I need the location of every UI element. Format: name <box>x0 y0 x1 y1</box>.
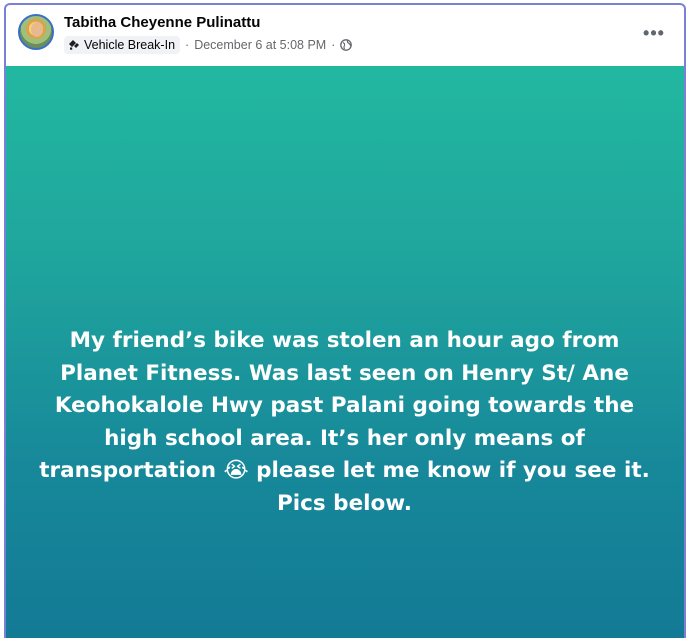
neighborhood-tag-icon <box>69 40 79 50</box>
category-tag-label: Vehicle Break-In <box>84 38 176 52</box>
globe-icon[interactable] <box>340 39 353 51</box>
author-avatar[interactable] <box>18 14 54 50</box>
meta-separator: · <box>331 38 336 52</box>
meta-separator: · <box>185 38 190 52</box>
more-options-icon[interactable]: ••• <box>642 21 666 45</box>
post-card: Tabitha Cheyenne Pulinattu Vehicle Break… <box>0 0 689 638</box>
post-header: Tabitha Cheyenne Pulinattu Vehicle Break… <box>6 5 684 65</box>
post-timestamp[interactable]: December 6 at 5:08 PM <box>194 38 326 52</box>
post-text: My friend’s bike was stolen an hour ago … <box>39 328 650 516</box>
post-meta: Vehicle Break-In · December 6 at 5:08 PM… <box>64 36 353 54</box>
author-name[interactable]: Tabitha Cheyenne Pulinattu <box>64 14 260 31</box>
category-tag[interactable]: Vehicle Break-In <box>64 36 181 54</box>
